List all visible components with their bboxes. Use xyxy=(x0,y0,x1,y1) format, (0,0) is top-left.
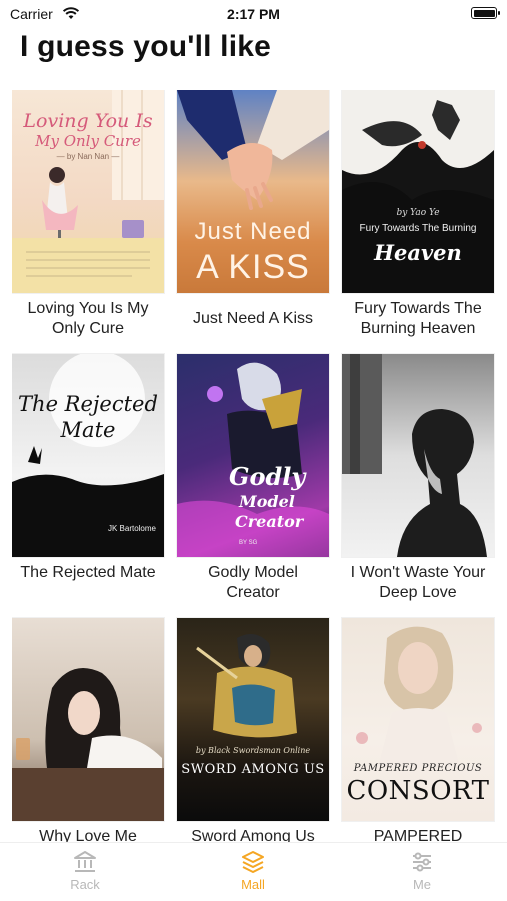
cover-title-line: PAMPERED PRECIOUS xyxy=(353,763,483,774)
book-card[interactable]: by Yao Ye Fury Towards The Burning Heave… xyxy=(342,90,494,339)
cover-author: JK Bartolome xyxy=(107,524,156,533)
tab-bar: Rack Mall Me xyxy=(0,842,507,901)
tab-label: Me xyxy=(412,877,432,892)
book-title[interactable]: Godly Model Creator xyxy=(177,563,329,603)
book-title[interactable]: Fury Towards The Burning Heaven xyxy=(342,299,494,339)
book-title[interactable]: Loving You Is My Only Cure xyxy=(12,299,164,339)
status-bar: Carrier 2:17 PM xyxy=(0,0,507,28)
cover-author: BY SG xyxy=(239,540,258,546)
book-cover[interactable] xyxy=(342,354,494,557)
book-cover[interactable]: The Rejected Mate JK Bartolome xyxy=(12,354,164,557)
tab-me[interactable]: Me xyxy=(372,849,472,892)
cover-title-line: The Rejected xyxy=(18,392,158,416)
tab-label: Rack xyxy=(70,877,100,892)
sliders-icon xyxy=(413,852,431,872)
book-card[interactable]: The Rejected Mate JK Bartolome The Rejec… xyxy=(12,354,164,603)
cover-title-line: A KISS xyxy=(196,248,310,286)
book-title[interactable]: Just Need A Kiss xyxy=(177,299,329,339)
cover-illustration xyxy=(196,634,297,738)
book-cover[interactable]: Loving You Is My Only Cure — by Nan Nan … xyxy=(12,90,164,293)
book-grid: Loving You Is My Only Cure — by Nan Nan … xyxy=(12,90,497,842)
cover-title-line: Loving You Is xyxy=(23,110,153,132)
book-card[interactable]: PAMPERED PRECIOUS CONSORT PAMPERED xyxy=(342,618,494,842)
cover-illustration xyxy=(342,354,487,557)
cover-title-line: My Only Cure xyxy=(35,132,141,150)
cover-title-line: Godly xyxy=(229,462,306,491)
book-card[interactable]: I Won't Waste Your Deep Love xyxy=(342,354,494,603)
tab-rack[interactable]: Rack xyxy=(35,849,135,892)
book-title[interactable]: The Rejected Mate xyxy=(12,563,164,603)
book-card[interactable]: by Black Swordsman Online SWORD AMONG US… xyxy=(177,618,329,842)
book-title[interactable]: Why Love Me xyxy=(12,827,164,842)
book-title[interactable]: PAMPERED xyxy=(342,827,494,842)
cover-title-line: CONSORT xyxy=(346,776,490,806)
book-cover[interactable]: by Yao Ye Fury Towards The Burning Heave… xyxy=(342,90,494,293)
cover-title-line: Fury Towards The Burning xyxy=(359,223,477,234)
clock: 2:17 PM xyxy=(227,6,280,22)
cover-title-line: Heaven xyxy=(374,240,462,265)
cover-author: by Black Swordsman Online xyxy=(195,746,311,755)
book-cover[interactable]: Just Need A KISS xyxy=(177,90,329,293)
cover-title-line: Model xyxy=(239,492,295,511)
layers-icon xyxy=(242,851,264,873)
book-card[interactable]: Godly Model Creator BY SG Godly Model Cr… xyxy=(177,354,329,603)
page-title: I guess you'll like xyxy=(20,30,272,63)
book-card[interactable]: Just Need A KISS Just Need A Kiss xyxy=(177,90,329,339)
battery-icon xyxy=(471,7,500,19)
cover-title-line: Mate xyxy=(60,418,116,442)
book-cover[interactable] xyxy=(12,618,164,821)
book-card[interactable]: Why Love Me xyxy=(12,618,164,842)
cover-title-line: Just Need xyxy=(194,218,312,245)
cover-title-line: Creator xyxy=(235,512,304,531)
cover-illustration xyxy=(12,668,164,821)
book-cover[interactable]: by Black Swordsman Online SWORD AMONG US xyxy=(177,618,329,821)
cover-title-line: SWORD AMONG US xyxy=(181,762,325,777)
book-card[interactable]: Loving You Is My Only Cure — by Nan Nan … xyxy=(12,90,164,339)
book-cover[interactable]: Godly Model Creator BY SG xyxy=(177,354,329,557)
cover-author: by Yao Ye xyxy=(396,208,440,218)
tab-label: Mall xyxy=(241,877,265,892)
book-title[interactable]: I Won't Waste Your Deep Love xyxy=(342,563,494,603)
book-cover[interactable]: PAMPERED PRECIOUS CONSORT xyxy=(342,618,494,821)
cover-author: — by Nan Nan — xyxy=(56,152,120,161)
bank-icon xyxy=(74,851,96,872)
tab-mall[interactable]: Mall xyxy=(203,849,303,892)
book-title[interactable]: Sword Among Us xyxy=(177,827,329,842)
